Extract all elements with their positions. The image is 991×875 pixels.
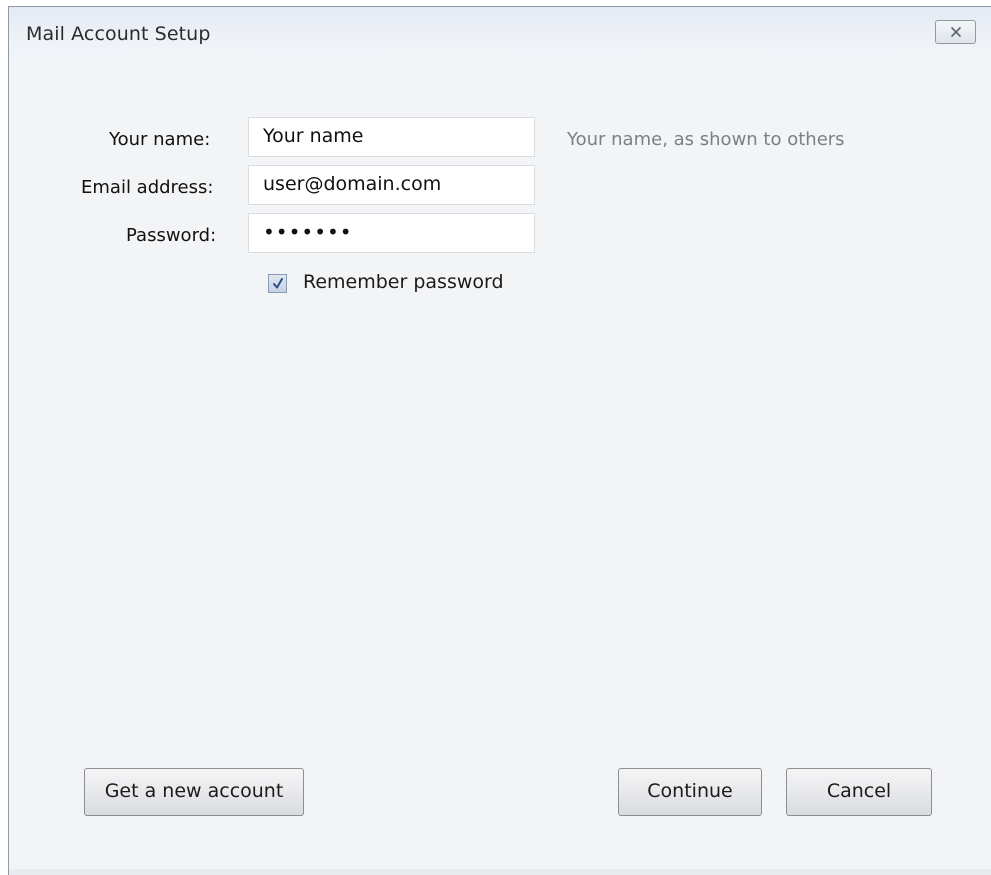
- mail-account-setup-dialog: Mail Account Setup Your name: Your name …: [8, 6, 991, 875]
- your-name-label: Your name:: [109, 129, 211, 150]
- dialog-title: Mail Account Setup: [26, 23, 211, 45]
- close-icon: [950, 26, 962, 38]
- title-bar: Mail Account Setup: [9, 7, 991, 63]
- cancel-button[interactable]: Cancel: [786, 768, 932, 816]
- continue-button[interactable]: Continue: [618, 768, 762, 816]
- email-address-label: Email address:: [81, 177, 214, 198]
- remember-password-checkbox[interactable]: [268, 274, 287, 293]
- remember-password-label: Remember password: [303, 271, 504, 293]
- dialog-bottom-edge: [9, 869, 991, 875]
- your-name-input[interactable]: Your name: [248, 117, 535, 157]
- your-name-hint: Your name, as shown to others: [567, 129, 845, 150]
- checkmark-icon: [273, 278, 283, 289]
- email-address-input[interactable]: user@domain.com: [248, 165, 535, 205]
- close-button[interactable]: [935, 20, 976, 44]
- password-input[interactable]: •••••••: [248, 213, 535, 253]
- password-label: Password:: [126, 225, 217, 246]
- get-new-account-button[interactable]: Get a new account: [84, 768, 304, 816]
